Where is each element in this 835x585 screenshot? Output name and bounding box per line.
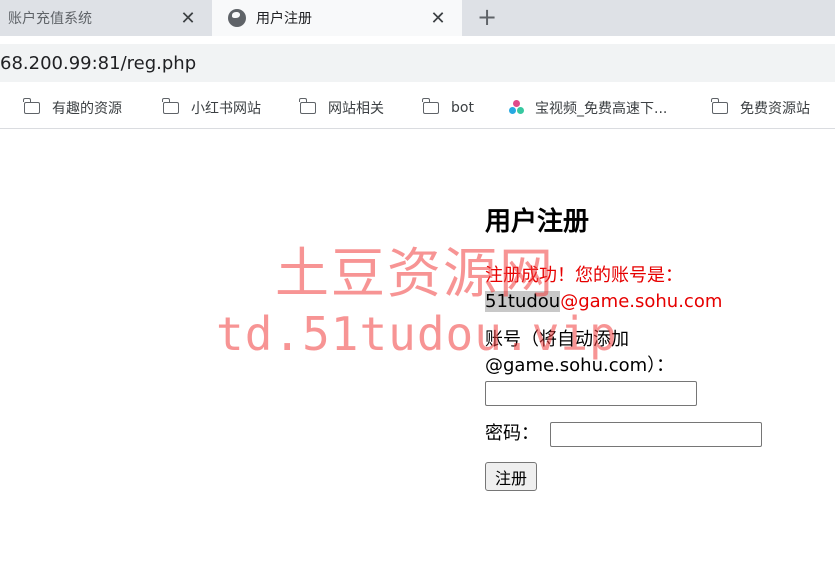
globe-icon [228, 9, 246, 27]
folder-icon [299, 98, 316, 114]
bookmark-label: 宝视频_免费高速下... [535, 101, 668, 117]
account-label: 账号（将自动添加 @game.sohu.com）： [485, 327, 674, 379]
tab-title: 账户充值系统 [8, 11, 92, 27]
account-label-line2: @game.sohu.com）： [485, 355, 675, 376]
success-prefix: 注册成功！您的账号是： [485, 265, 683, 286]
bookmark-label: 小红书网站 [191, 101, 261, 117]
bookmark-interesting-resources[interactable]: 有趣的资源 [23, 98, 122, 118]
bookmark-label: 网站相关 [328, 101, 384, 117]
tab-bar: 账户充值系统 ✕ 用户注册 ✕ + [0, 0, 835, 36]
bookmark-video-site[interactable]: 宝视频_免费高速下... [509, 98, 667, 118]
password-label: 密码： [485, 423, 539, 444]
folder-icon [162, 98, 179, 114]
bookmarks-bar: 有趣的资源 小红书网站 网站相关 bot 宝视频_免费高速下... 免费资源站 [0, 88, 835, 129]
success-domain: @game.sohu.com [560, 291, 723, 312]
close-icon[interactable]: ✕ [176, 6, 200, 30]
bookmark-label: 免费资源站 [740, 101, 810, 117]
bookmark-xiaohongshu[interactable]: 小红书网站 [162, 98, 261, 118]
address-bar[interactable]: 68.200.99:81/reg.php [0, 44, 835, 82]
folder-icon [711, 98, 728, 114]
bookmark-free-resources[interactable]: 免费资源站 [711, 98, 810, 118]
bookmark-bot[interactable]: bot [422, 98, 474, 118]
tab-title: 用户注册 [256, 11, 312, 27]
folder-icon [23, 98, 40, 114]
tab-recharge-system[interactable]: 账户充值系统 ✕ [0, 0, 212, 36]
register-button[interactable]: 注册 [485, 462, 537, 491]
bookmark-site-related[interactable]: 网站相关 [299, 98, 384, 118]
tab-user-register[interactable]: 用户注册 ✕ [212, 0, 462, 36]
url-text[interactable]: 68.200.99:81/reg.php [0, 53, 196, 74]
page-title: 用户注册 [485, 207, 590, 237]
bookmark-label: 有趣的资源 [52, 101, 122, 117]
bookmark-label: bot [451, 100, 474, 116]
page-content: 用户注册 注册成功！您的账号是： 51tudou@game.sohu.com 账… [0, 129, 835, 585]
new-tab-button[interactable]: + [474, 3, 500, 31]
success-account: 51tudou [485, 291, 561, 312]
bilibili-icon [509, 100, 525, 116]
account-label-line1: 账号（将自动添加 [485, 329, 629, 350]
account-input[interactable] [485, 381, 697, 406]
folder-icon [422, 98, 439, 114]
close-icon[interactable]: ✕ [426, 6, 450, 30]
success-message: 注册成功！您的账号是： 51tudou@game.sohu.com [485, 263, 825, 315]
password-input[interactable] [550, 422, 762, 447]
